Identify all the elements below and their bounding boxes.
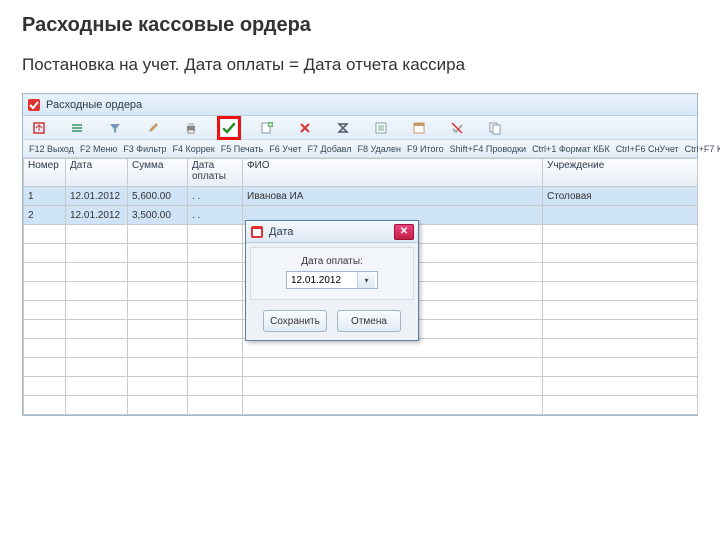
print-icon[interactable] xyxy=(183,120,199,136)
payment-date-input[interactable]: ▾ xyxy=(286,271,378,289)
cell-num: 2 xyxy=(24,206,66,225)
col-payment-date[interactable]: Дата оплаты xyxy=(188,159,243,187)
col-org[interactable]: Учреждение xyxy=(543,159,698,187)
save-button[interactable]: Сохранить xyxy=(263,310,327,332)
shortcut[interactable]: Ctrl+F7 Копия xyxy=(685,144,720,154)
payment-date-field[interactable] xyxy=(287,272,357,288)
shortcut[interactable]: F8 Удален xyxy=(358,144,402,154)
table-row[interactable] xyxy=(24,396,698,415)
cell-num: 1 xyxy=(24,187,66,206)
filter-icon[interactable] xyxy=(107,120,123,136)
cell-sum: 3,500.00 xyxy=(128,206,188,225)
table-row[interactable]: 1 12.01.2012 5,600.00 . . Иванова ИА Сто… xyxy=(24,187,698,206)
cell-fio: Иванова ИА xyxy=(243,187,543,206)
shortcut[interactable]: F7 Добавл xyxy=(308,144,352,154)
shortcut[interactable]: F9 Итого xyxy=(407,144,444,154)
cell-sum: 5,600.00 xyxy=(128,187,188,206)
menu-icon[interactable] xyxy=(69,120,85,136)
app-window: Расходные ордера F12 Выход F2 Меню F3 Фи… xyxy=(22,93,698,416)
sum-icon[interactable] xyxy=(335,120,351,136)
dialog-titlebar: Дата ✕ xyxy=(246,221,418,243)
exit-icon[interactable] xyxy=(31,120,47,136)
format-icon[interactable] xyxy=(411,120,427,136)
window-title: Расходные ордера xyxy=(46,99,142,111)
table-row[interactable] xyxy=(24,377,698,396)
dialog-icon xyxy=(250,225,264,239)
payment-date-label: Дата оплаты: xyxy=(261,256,403,267)
add-icon[interactable] xyxy=(259,120,275,136)
shortcut[interactable]: F6 Учет xyxy=(269,144,301,154)
dialog-title: Дата xyxy=(269,226,293,238)
cell-org xyxy=(543,206,698,225)
shortcut[interactable]: Ctrl+1 Формат КБК xyxy=(532,144,610,154)
shortcut[interactable]: F5 Печать xyxy=(221,144,264,154)
shortcut[interactable]: F3 Фильтр xyxy=(123,144,166,154)
date-dialog: Дата ✕ Дата оплаты: ▾ Сохранить Отмена xyxy=(245,220,419,341)
cell-org: Столовая xyxy=(543,187,698,206)
col-date[interactable]: Дата xyxy=(66,159,128,187)
edit-icon[interactable] xyxy=(145,120,161,136)
col-number[interactable]: Номер xyxy=(24,159,66,187)
window-titlebar: Расходные ордера xyxy=(23,94,697,116)
cell-pdate: . . xyxy=(188,206,243,225)
cell-pdate: . . xyxy=(188,187,243,206)
shortcut[interactable]: Ctrl+F6 СнУчет xyxy=(616,144,679,154)
entries-icon[interactable] xyxy=(373,120,389,136)
cell-date: 12.01.2012 xyxy=(66,206,128,225)
delete-icon[interactable] xyxy=(297,120,313,136)
cancel-button[interactable]: Отмена xyxy=(337,310,401,332)
table-row[interactable] xyxy=(24,339,698,358)
shortcut[interactable]: Shift+F4 Проводки xyxy=(450,144,526,154)
close-icon[interactable]: ✕ xyxy=(394,224,414,240)
page-title: Расходные кассовые ордера xyxy=(22,14,698,37)
register-icon[interactable] xyxy=(221,120,237,136)
table-row[interactable] xyxy=(24,358,698,377)
toolbar xyxy=(23,116,697,140)
shortcut[interactable]: F12 Выход xyxy=(29,144,74,154)
shortcut[interactable]: F4 Коррек xyxy=(173,144,215,154)
page-subtitle: Постановка на учет. Дата оплаты = Дата о… xyxy=(22,55,698,75)
shortcut-bar: F12 Выход F2 Меню F3 Фильтр F4 Коррек F5… xyxy=(23,140,697,158)
col-sum[interactable]: Сумма xyxy=(128,159,188,187)
app-icon xyxy=(27,98,41,112)
shortcut[interactable]: F2 Меню xyxy=(80,144,117,154)
unregister-icon[interactable] xyxy=(449,120,465,136)
col-fio[interactable]: ФИО xyxy=(243,159,543,187)
copy-icon[interactable] xyxy=(487,120,503,136)
cell-date: 12.01.2012 xyxy=(66,187,128,206)
date-picker-button[interactable]: ▾ xyxy=(357,272,375,288)
